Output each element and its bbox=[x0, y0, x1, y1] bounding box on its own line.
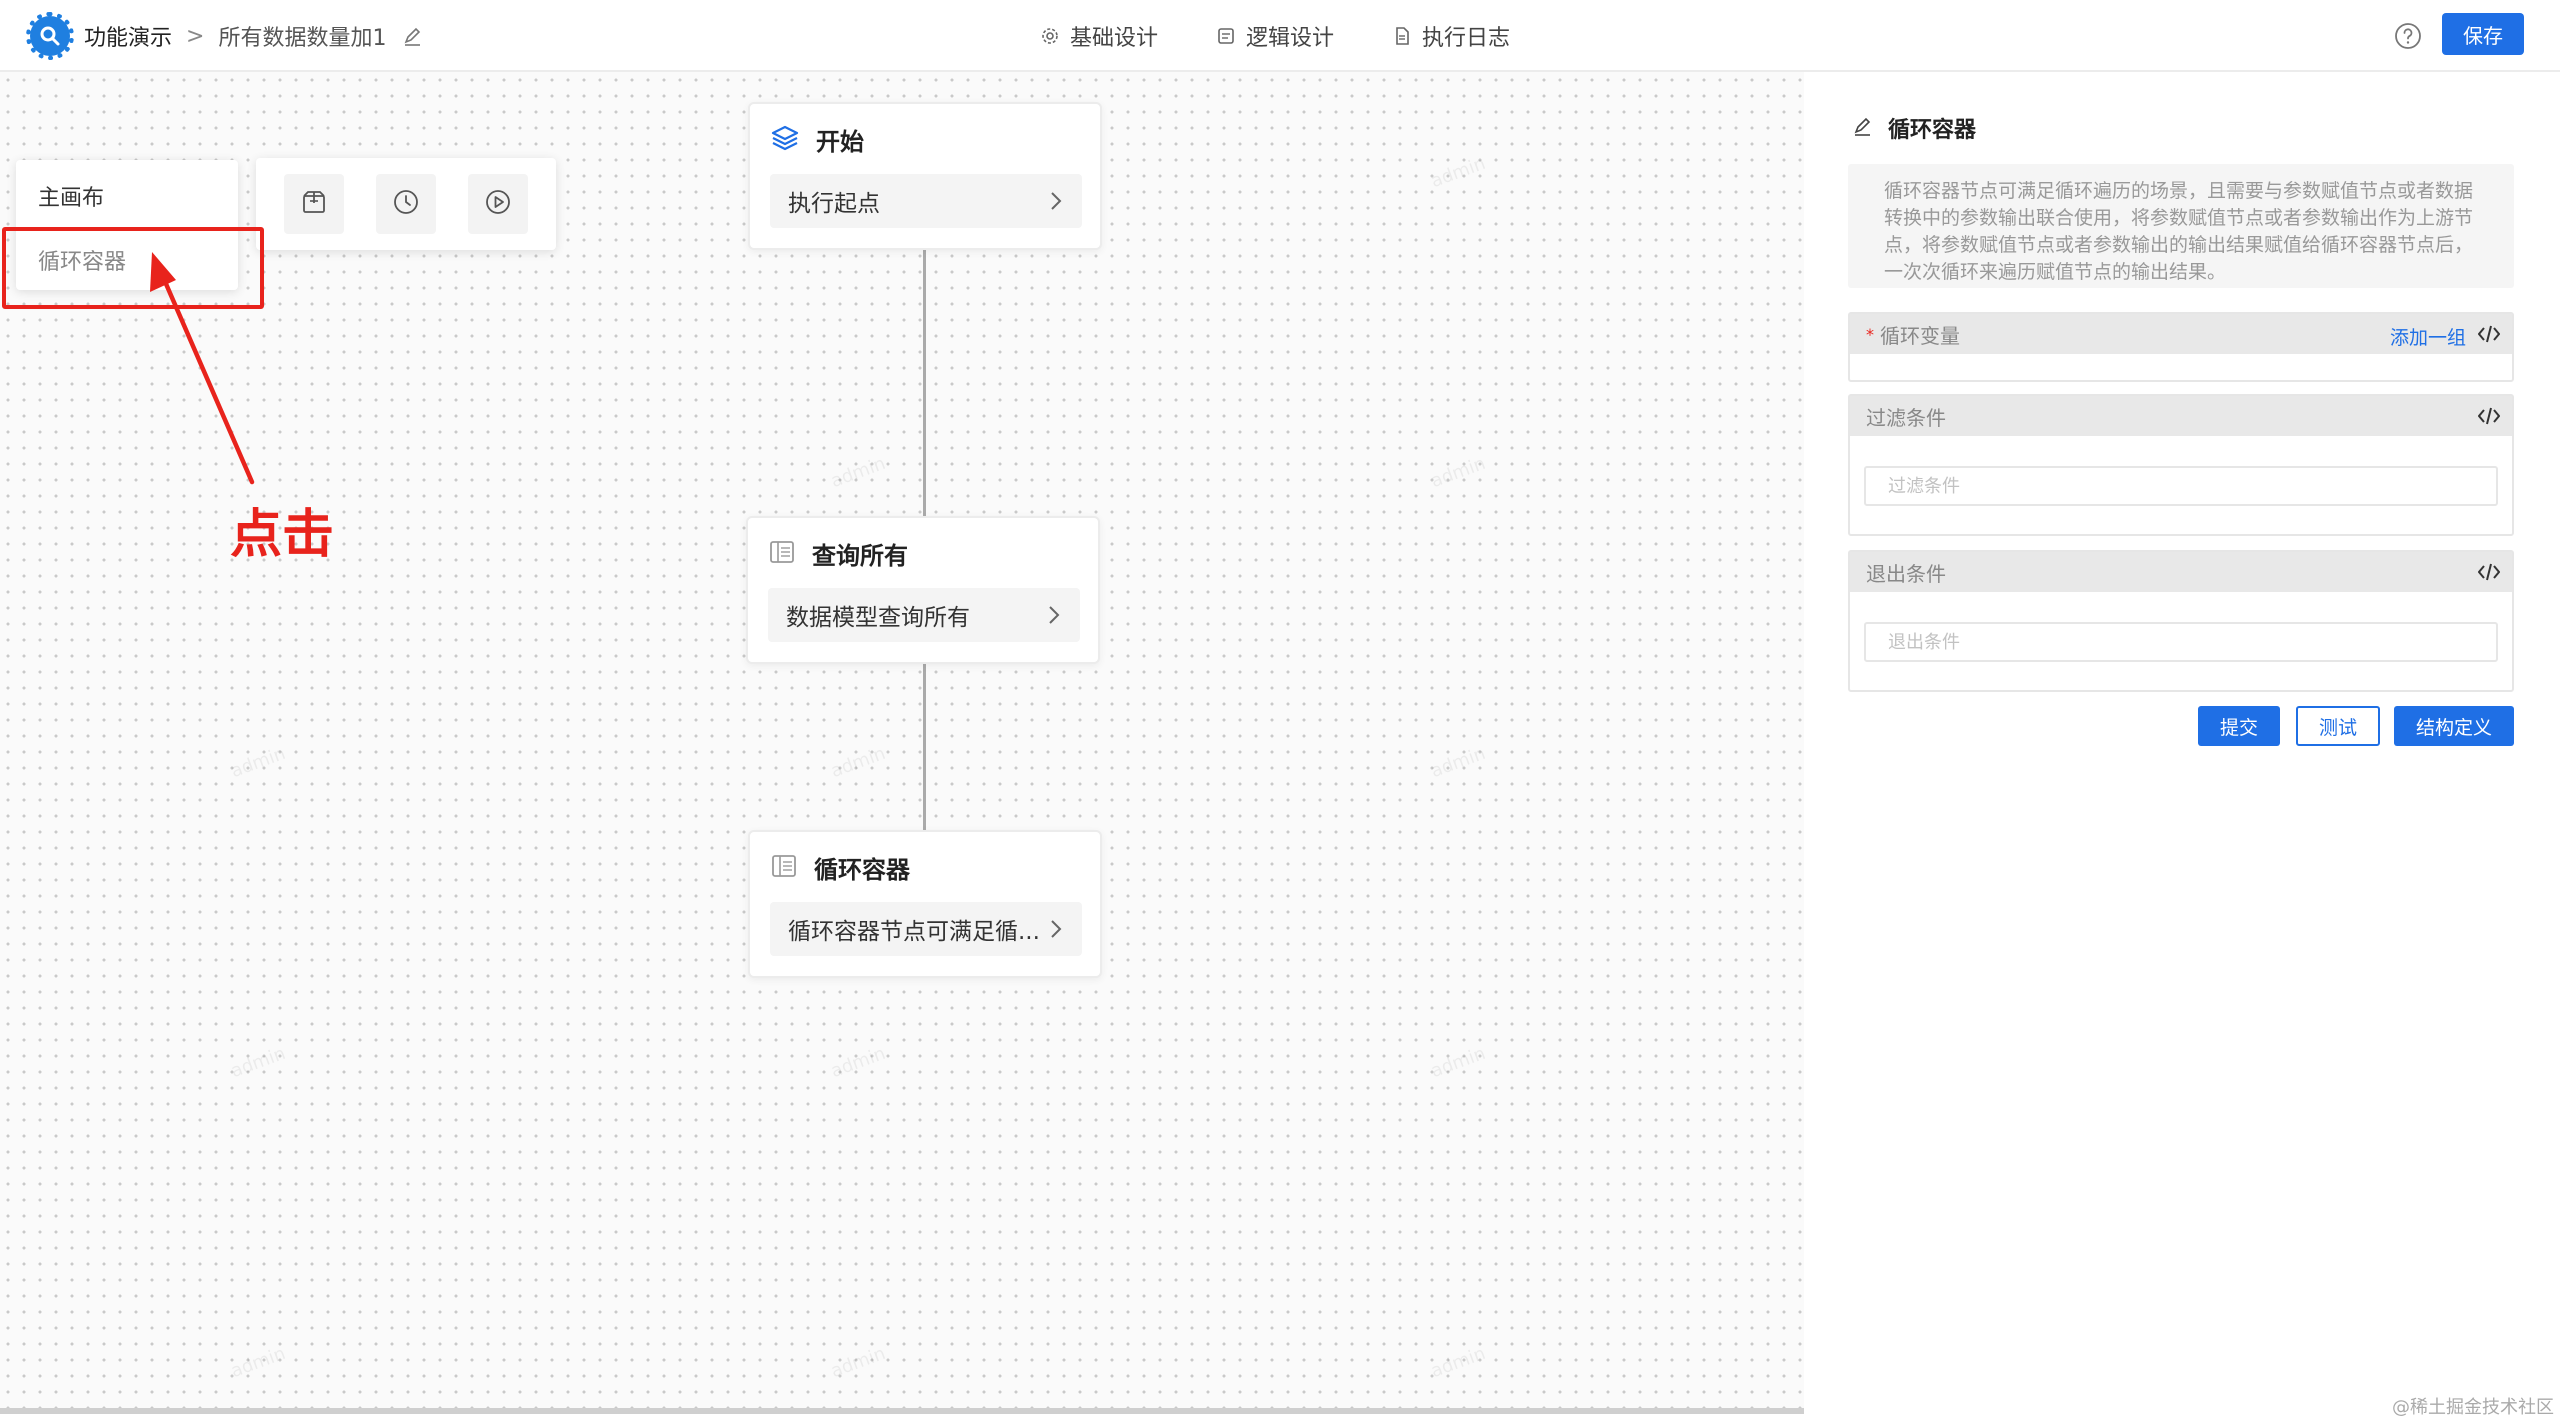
annotation-click-label: 点击 bbox=[230, 505, 335, 565]
breadcrumb-separator: > bbox=[186, 23, 205, 49]
watermark: admin bbox=[1428, 1042, 1489, 1083]
watermark: admin bbox=[228, 742, 289, 783]
node-body-text: 执行起点 bbox=[788, 191, 880, 217]
node-detail-row[interactable]: 执行起点 bbox=[770, 174, 1082, 228]
package-icon bbox=[300, 188, 328, 220]
breadcrumb-page-name: 所有数据数量加1 bbox=[218, 26, 387, 51]
panel-title: 循环容器 bbox=[1888, 118, 1977, 143]
menu-item-main-canvas[interactable]: 主画布 bbox=[38, 180, 104, 212]
test-button[interactable]: 测试 bbox=[2296, 706, 2380, 746]
node-body-text: 循环容器节点可满足循... bbox=[788, 919, 1040, 945]
table-icon bbox=[770, 852, 798, 884]
tab-logic-design-label: 逻辑设计 bbox=[1246, 26, 1335, 51]
table-icon bbox=[768, 538, 796, 570]
flow-node-loop-container[interactable]: 循环容器 循环容器节点可满足循... bbox=[748, 830, 1102, 978]
panel-header: 循环容器 bbox=[1852, 112, 1976, 144]
canvas-toolbar bbox=[256, 158, 556, 250]
node-detail-row[interactable]: 数据模型查询所有 bbox=[768, 588, 1080, 642]
tool-button-package[interactable] bbox=[284, 174, 344, 234]
top-header: 功能演示 > 所有数据数量加1 基础设计 逻辑设计 执行日志 保存 bbox=[0, 0, 2560, 72]
breadcrumb-app-link[interactable]: 功能演示 bbox=[84, 20, 172, 52]
submit-button[interactable]: 提交 bbox=[2198, 706, 2280, 746]
edit-pencil-icon bbox=[1852, 115, 1874, 141]
annotation-arrow-icon bbox=[150, 252, 255, 485]
edit-pencil-icon[interactable] bbox=[402, 25, 424, 47]
help-icon[interactable] bbox=[2394, 22, 2422, 50]
structure-definition-button[interactable]: 结构定义 bbox=[2394, 706, 2514, 746]
watermark: admin bbox=[228, 1042, 289, 1083]
node-detail-row[interactable]: 循环容器节点可满足循... bbox=[770, 902, 1082, 956]
watermark: admin bbox=[828, 1042, 889, 1083]
watermark: admin bbox=[1428, 152, 1489, 193]
node-header: 查询所有 bbox=[768, 536, 908, 571]
section-filter-condition: 过滤条件 bbox=[1848, 394, 2514, 536]
breadcrumb: 功能演示 > 所有数据数量加1 bbox=[84, 20, 424, 52]
watermark: admin bbox=[228, 1342, 289, 1383]
node-title: 循环容器 bbox=[814, 856, 910, 884]
log-file-icon bbox=[1392, 26, 1412, 46]
flow-canvas[interactable]: admin admin admin admin admin admin admi… bbox=[0, 72, 1804, 1412]
chevron-right-icon bbox=[1046, 918, 1066, 940]
node-title: 开始 bbox=[816, 128, 864, 156]
section-header: * 循环变量 添加一组 bbox=[1850, 314, 2512, 354]
tab-logic-design[interactable]: 逻辑设计 bbox=[1216, 20, 1334, 52]
app-logo-icon[interactable] bbox=[26, 12, 74, 60]
required-mark: * bbox=[1866, 324, 1874, 344]
node-body-text: 数据模型查询所有 bbox=[786, 605, 970, 631]
section-label: 退出条件 bbox=[1866, 561, 1946, 586]
watermark: admin bbox=[828, 1342, 889, 1383]
flow-node-query-all[interactable]: 查询所有 数据模型查询所有 bbox=[746, 516, 1100, 664]
exit-condition-input[interactable] bbox=[1864, 622, 2498, 662]
tab-execution-log[interactable]: 执行日志 bbox=[1392, 20, 1510, 52]
filter-condition-input[interactable] bbox=[1864, 466, 2498, 506]
layers-icon bbox=[770, 123, 800, 157]
chevron-right-icon bbox=[1044, 604, 1064, 626]
node-description: 循环容器节点可满足循环遍历的场景，且需要与参数赋值节点或者数据转换中的参数输出联… bbox=[1848, 164, 2514, 288]
flow-node-start[interactable]: 开始 执行起点 bbox=[748, 102, 1102, 250]
section-header: 过滤条件 bbox=[1850, 396, 2512, 436]
canvas-horizontal-scrollbar[interactable] bbox=[0, 1408, 1804, 1414]
app-root: 功能演示 > 所有数据数量加1 基础设计 逻辑设计 执行日志 保存 admin … bbox=[0, 0, 2560, 1423]
gear-icon bbox=[1040, 26, 1060, 46]
tool-button-history[interactable] bbox=[376, 174, 436, 234]
top-tabs: 基础设计 逻辑设计 执行日志 bbox=[1040, 20, 1510, 52]
node-header: 开始 bbox=[770, 122, 864, 157]
tab-basic-design-label: 基础设计 bbox=[1070, 26, 1159, 51]
watermark: admin bbox=[828, 452, 889, 493]
node-config-panel: 循环容器 循环容器节点可满足循环遍历的场景，且需要与参数赋值节点或者数据转换中的… bbox=[1804, 72, 2560, 1423]
tool-button-run[interactable] bbox=[468, 174, 528, 234]
section-loop-variable: * 循环变量 添加一组 bbox=[1848, 312, 2514, 382]
section-label: 循环变量 bbox=[1880, 323, 1960, 348]
watermark: admin bbox=[1428, 452, 1489, 493]
section-header: 退出条件 bbox=[1850, 552, 2512, 592]
section-label: 过滤条件 bbox=[1866, 405, 1946, 430]
code-icon[interactable] bbox=[2477, 406, 2501, 426]
logic-doc-icon bbox=[1216, 26, 1236, 46]
clock-icon bbox=[392, 188, 420, 220]
code-icon[interactable] bbox=[2477, 562, 2501, 582]
tab-execution-log-label: 执行日志 bbox=[1422, 26, 1511, 51]
watermark: admin bbox=[1428, 1342, 1489, 1383]
section-exit-condition: 退出条件 bbox=[1848, 550, 2514, 692]
node-title: 查询所有 bbox=[812, 542, 908, 570]
watermark: admin bbox=[1428, 742, 1489, 783]
play-icon bbox=[484, 188, 512, 220]
watermark: admin bbox=[828, 742, 889, 783]
code-icon[interactable] bbox=[2477, 324, 2501, 344]
add-group-link[interactable]: 添加一组 bbox=[2390, 323, 2466, 350]
chevron-right-icon bbox=[1046, 190, 1066, 212]
node-header: 循环容器 bbox=[770, 850, 910, 885]
tab-basic-design[interactable]: 基础设计 bbox=[1040, 20, 1158, 52]
save-button[interactable]: 保存 bbox=[2442, 13, 2524, 55]
site-watermark: @稀土掘金技术社区 bbox=[2392, 1397, 2554, 1418]
